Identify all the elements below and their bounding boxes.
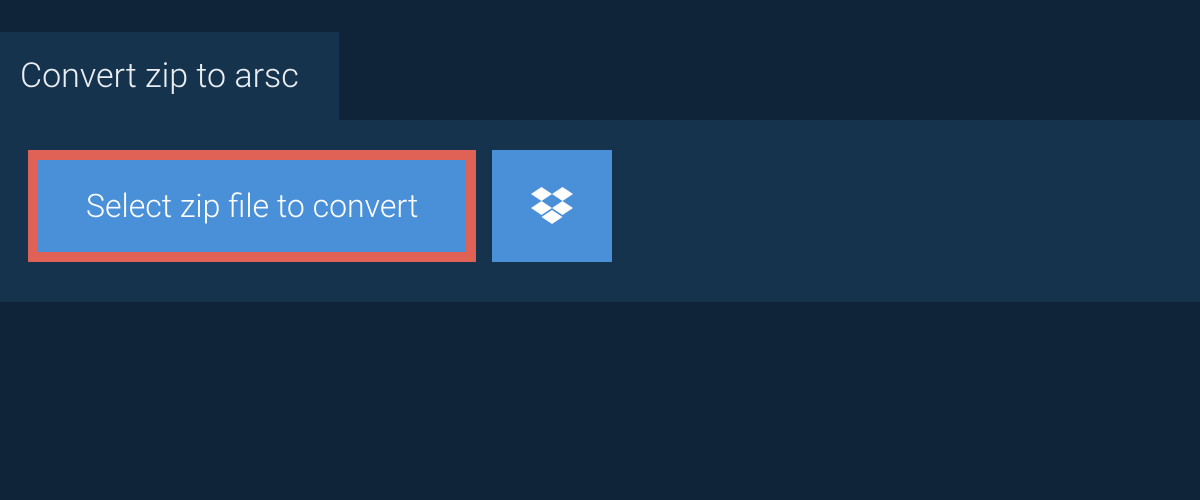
dropbox-icon	[531, 187, 573, 225]
select-file-button[interactable]: Select zip file to convert	[28, 150, 476, 262]
page-title: Convert zip to arsc	[20, 56, 299, 96]
dropbox-button[interactable]	[492, 150, 612, 262]
main-panel: Select zip file to convert	[0, 120, 1200, 302]
tab-header: Convert zip to arsc	[0, 32, 339, 120]
button-row: Select zip file to convert	[28, 150, 1172, 262]
select-file-label: Select zip file to convert	[86, 190, 418, 222]
